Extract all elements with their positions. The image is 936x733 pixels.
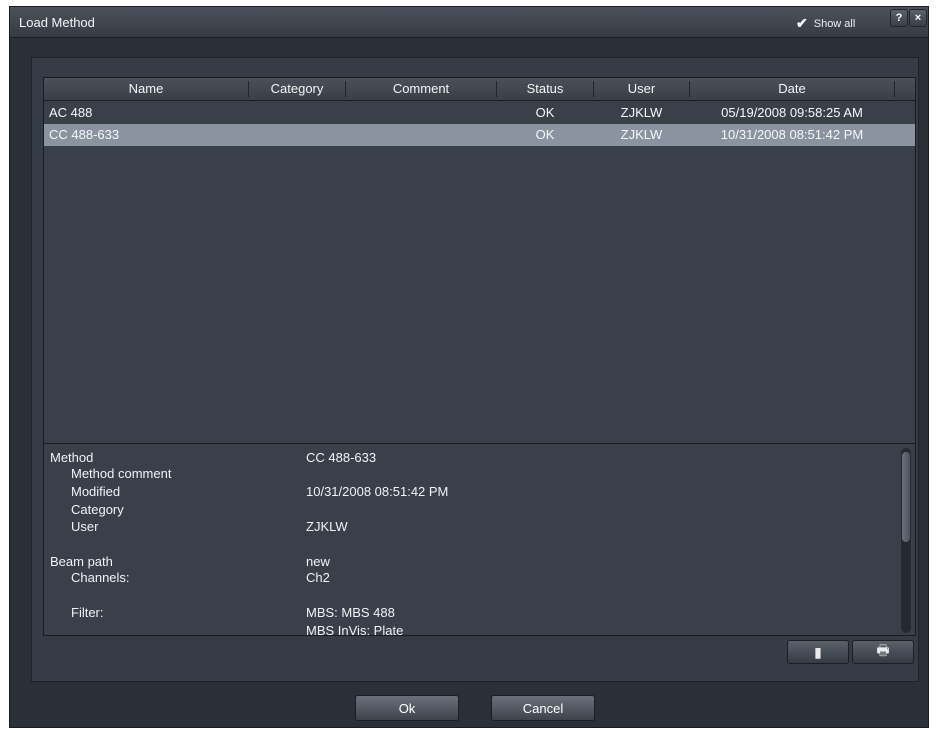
checkmark-icon: ✔ <box>796 15 808 31</box>
load-method-dialog: Load Method ✔ Show all ? × Name Category… <box>9 6 929 728</box>
detail-label-category: Category <box>71 502 124 517</box>
column-header-comment[interactable]: Comment <box>346 81 496 96</box>
content-panel: Name Category Comment Status User Date A… <box>31 57 919 682</box>
cell-user: ZJKLW <box>620 127 663 142</box>
cell-date: 05/19/2008 09:58:25 AM <box>721 105 863 120</box>
clipboard-icon: ▮ <box>814 643 822 660</box>
copy-button[interactable]: ▮ <box>787 640 849 664</box>
detail-value-user: ZJKLW <box>306 519 348 534</box>
close-button[interactable]: × <box>909 9 927 27</box>
detail-label-method-comment: Method comment <box>71 466 172 481</box>
table-row-selected[interactable]: CC 488-633 OK ZJKLW 10/31/2008 08:51:42 … <box>44 124 915 146</box>
detail-label-user: User <box>71 519 99 534</box>
detail-value-method: CC 488-633 <box>306 450 377 465</box>
cell-name: CC 488-633 <box>49 127 120 142</box>
detail-label-method: Method <box>50 450 94 465</box>
ok-button[interactable]: Ok <box>355 695 459 721</box>
cell-name: AC 488 <box>49 105 93 120</box>
detail-value-filter: MBS: MBS 488 <box>306 605 395 620</box>
title-bar: Load Method ✔ Show all ? × <box>10 7 928 38</box>
detail-value-beam-path: new <box>306 554 330 569</box>
detail-label-filter: Filter: <box>71 605 104 620</box>
cell-status: OK <box>535 105 555 120</box>
column-header-status[interactable]: Status <box>497 81 593 96</box>
cell-user: ZJKLW <box>620 105 663 120</box>
table-header: Name Category Comment Status User Date <box>44 78 915 101</box>
details-scrollbar[interactable] <box>901 448 911 633</box>
column-header-name[interactable]: Name <box>44 81 248 96</box>
cancel-button[interactable]: Cancel <box>491 695 595 721</box>
scrollbar-thumb[interactable] <box>902 452 910 542</box>
help-button[interactable]: ? <box>890 9 908 27</box>
detail-value-channels: Ch2 <box>306 570 330 585</box>
show-all-label: Show all <box>813 17 856 30</box>
print-button[interactable]: 🖶 <box>852 640 914 664</box>
detail-label-channels: Channels: <box>71 570 130 585</box>
column-header-date[interactable]: Date <box>690 81 894 96</box>
methods-table: Name Category Comment Status User Date A… <box>43 77 916 451</box>
column-header-user[interactable]: User <box>594 81 689 96</box>
table-row[interactable]: AC 488 OK ZJKLW 05/19/2008 09:58:25 AM <box>44 102 915 124</box>
column-header-category[interactable]: Category <box>249 81 345 96</box>
detail-value-modified: 10/31/2008 08:51:42 PM <box>306 484 449 499</box>
detail-label-beam-path: Beam path <box>50 554 113 569</box>
dialog-title: Load Method <box>19 15 95 30</box>
method-details-panel: Method CC 488-633 Method comment Modifie… <box>43 443 916 636</box>
cell-status: OK <box>535 127 555 142</box>
cell-date: 10/31/2008 08:51:42 PM <box>720 127 864 142</box>
detail-label-modified: Modified <box>71 484 121 499</box>
printer-icon: 🖶 <box>876 642 890 658</box>
show-all-toggle[interactable]: ✔ Show all <box>796 15 855 32</box>
detail-value-filter-line-2: MBS InVis: Plate <box>306 623 404 636</box>
